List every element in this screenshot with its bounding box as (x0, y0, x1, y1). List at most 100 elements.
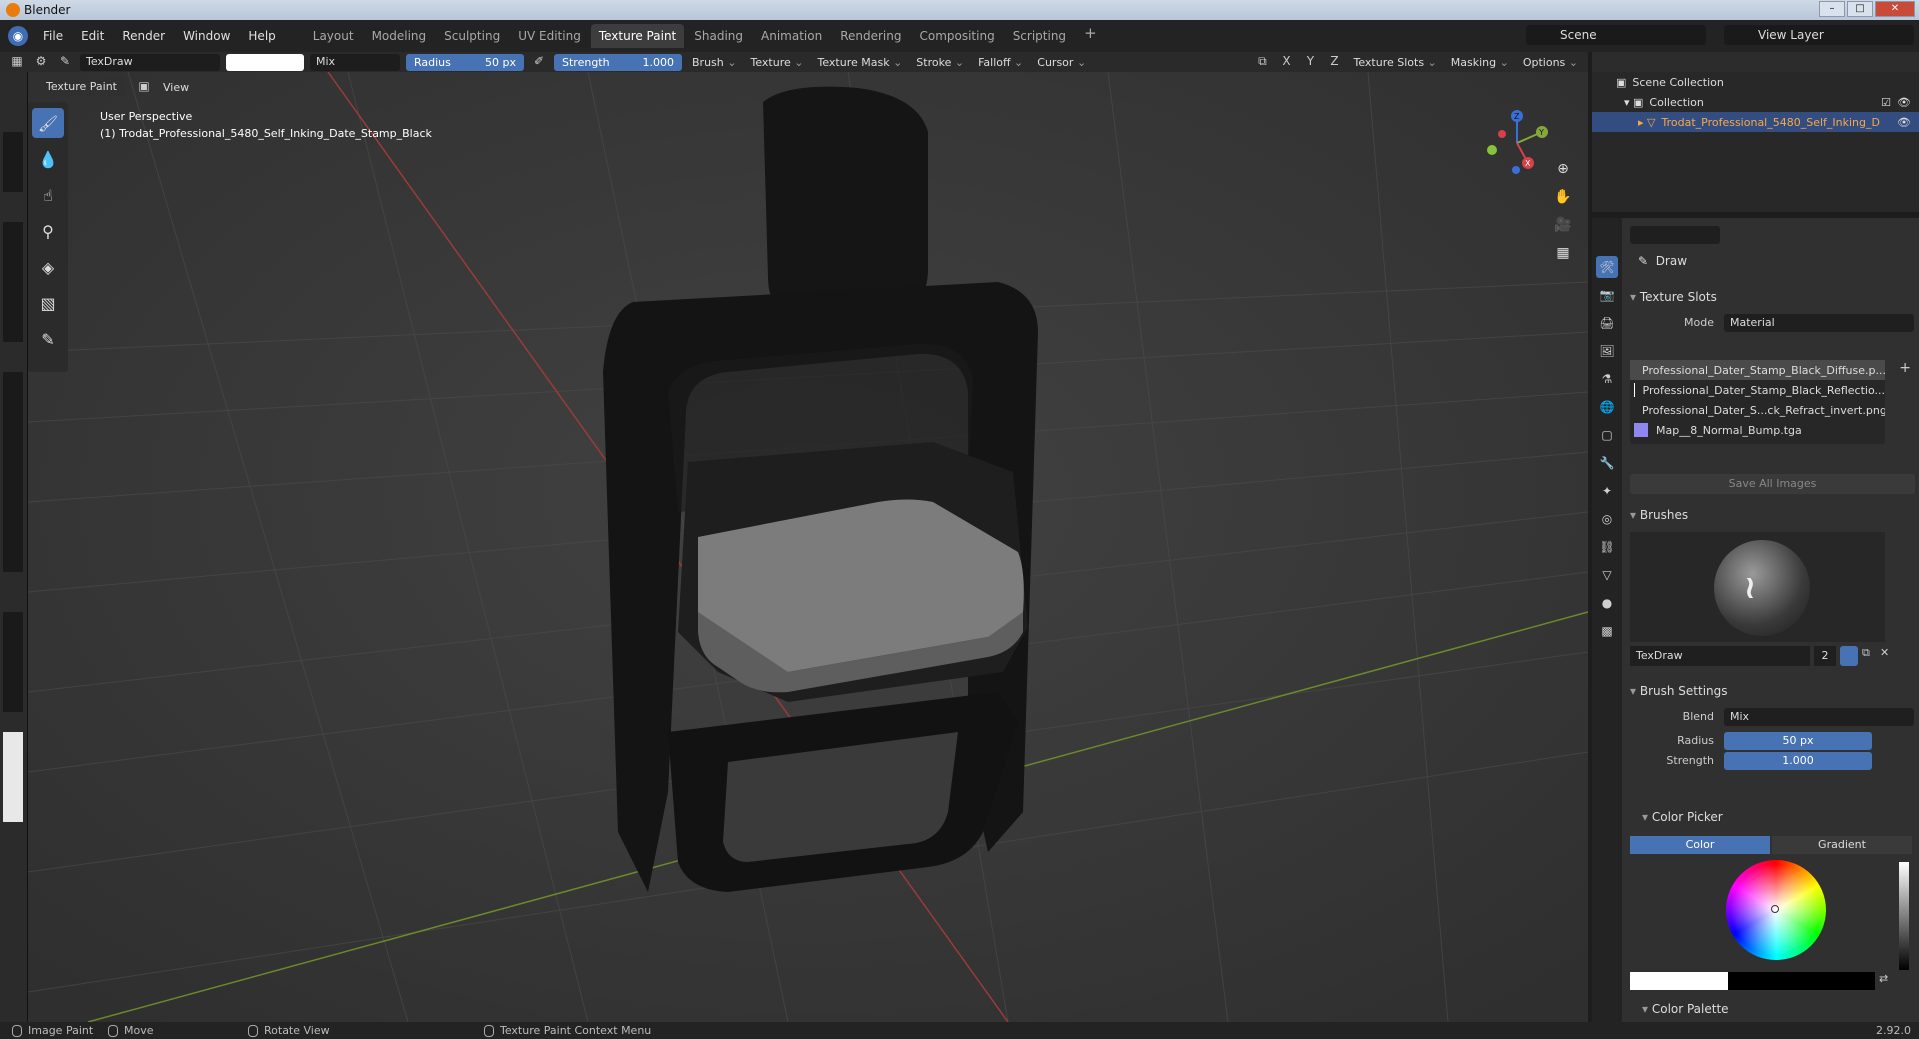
mask-tool-icon[interactable]: ▧ (32, 288, 64, 318)
brush-icon[interactable]: ✎ (56, 54, 74, 70)
material-tab-icon[interactable]: ● (1596, 592, 1618, 614)
object-eye-icon[interactable]: 👁 (1897, 116, 1911, 129)
collection-row[interactable]: ▾ ▣ Collection ☑ 👁 (1592, 92, 1919, 112)
color-picker-panel-header[interactable]: Color Picker (1642, 810, 1723, 824)
stroke-menu[interactable]: Stroke (912, 56, 968, 69)
add-workspace-icon[interactable]: + (1076, 24, 1105, 48)
camera-icon[interactable]: 🎥 (1552, 214, 1574, 236)
color-wheel-cursor[interactable] (1771, 905, 1779, 913)
props-search-input[interactable] (1630, 226, 1720, 244)
value-strip[interactable] (1899, 862, 1909, 970)
fake-user-shield-icon[interactable] (1840, 646, 1858, 666)
menu-window[interactable]: Window (174, 29, 239, 43)
radius-field[interactable]: 50 px (1724, 732, 1872, 750)
brush-users-count[interactable]: 2 (1814, 646, 1836, 666)
symmetry-icon[interactable]: ⧉ (1253, 54, 1271, 70)
strength-field[interactable]: 1.000 (1724, 752, 1872, 770)
scene-tab-icon[interactable]: ⚗ (1596, 368, 1618, 390)
mode-dropdown-field[interactable]: Material (1724, 314, 1914, 332)
view-layer-selector[interactable]: View Layer (1724, 25, 1914, 45)
brush-name-field[interactable]: TexDraw (80, 53, 220, 71)
brush-menu[interactable]: Brush (688, 56, 740, 69)
annotate-tool-icon[interactable]: ✎ (32, 324, 64, 354)
texture-paint-toggle-icon[interactable]: ▣ (135, 79, 153, 95)
data-tab-icon[interactable]: ▽ (1596, 564, 1618, 586)
menu-help[interactable]: Help (239, 29, 284, 43)
texture-slot-item[interactable]: Professional_Dater_Stamp_Black_Reflectio… (1630, 380, 1885, 400)
options-menu[interactable]: Options (1519, 56, 1582, 69)
view-menu[interactable]: View (163, 81, 189, 94)
texture-slot-item[interactable]: Professional_Dater_Stamp_Black_Diffuse.p… (1630, 360, 1885, 380)
blend-dropdown[interactable]: Mix (310, 53, 400, 71)
tool-settings-icon[interactable]: ⚙ (32, 54, 50, 70)
particles-tab-icon[interactable]: ✦ (1596, 480, 1618, 502)
swap-colors-icon[interactable]: ⇄ (1879, 972, 1888, 985)
brush-datablock-name[interactable]: TexDraw (1630, 646, 1810, 666)
scene-collection-row[interactable]: ▣ Scene Collection (1592, 72, 1919, 92)
tab-animation[interactable]: Animation (753, 24, 830, 48)
menu-edit[interactable]: Edit (72, 29, 113, 43)
blend-dropdown-field[interactable]: Mix (1724, 708, 1914, 726)
3d-viewport[interactable]: User Perspective (1) Trodat_Professional… (28, 72, 1588, 1022)
pan-hand-icon[interactable]: ✋ (1552, 186, 1574, 208)
axis-z-toggle[interactable]: Z (1325, 54, 1343, 70)
save-all-images-button[interactable]: Save All Images (1630, 474, 1915, 494)
soften-tool-icon[interactable]: 💧 (32, 144, 64, 174)
menu-render[interactable]: Render (113, 29, 174, 43)
tab-layout[interactable]: Layout (305, 24, 362, 48)
duplicate-brush-icon[interactable]: ⧉ (1862, 646, 1870, 660)
brush-color-swatch[interactable] (226, 53, 304, 71)
scene-selector[interactable]: Scene (1526, 25, 1706, 45)
color-wheel[interactable] (1726, 860, 1826, 960)
object-row[interactable]: ▸ ▽ Trodat_Professional_5480_Self_Inking… (1592, 112, 1919, 132)
falloff-menu[interactable]: Falloff (974, 56, 1027, 69)
color-tab[interactable]: Color (1630, 836, 1770, 854)
texture-slot-item[interactable]: Map__8_Normal_Bump.tga (1630, 420, 1885, 440)
color-value-bar[interactable] (1630, 972, 1875, 990)
color-palette-panel-header[interactable]: Color Palette (1642, 1002, 1729, 1016)
grid-view-icon[interactable]: ▦ (1552, 242, 1574, 264)
physics-tab-icon[interactable]: ◎ (1596, 508, 1618, 530)
view-layer-tab-icon[interactable]: 🖼 (1596, 340, 1618, 362)
pressure-icon[interactable]: ✐ (530, 54, 548, 70)
tab-sculpting[interactable]: Sculpting (436, 24, 508, 48)
world-tab-icon[interactable]: 🌐 (1596, 396, 1618, 418)
tool-tab-icon[interactable]: 🛠 (1596, 256, 1618, 278)
texture-tab-icon[interactable]: ▩ (1596, 620, 1618, 642)
tab-modeling[interactable]: Modeling (364, 24, 435, 48)
tab-rendering[interactable]: Rendering (832, 24, 909, 48)
texture-mask-menu[interactable]: Texture Mask (813, 56, 906, 69)
navigation-gizmo[interactable]: Z Y X (1482, 108, 1552, 178)
axis-x-toggle[interactable]: X (1277, 54, 1295, 70)
brushes-panel-header[interactable]: Brushes (1630, 508, 1688, 522)
strength-slider[interactable]: Strength 1.000 (554, 53, 682, 71)
close-button[interactable]: ✕ (1875, 1, 1915, 17)
brush-settings-panel-header[interactable]: Brush Settings (1630, 684, 1728, 698)
add-slot-icon[interactable]: + (1899, 360, 1911, 376)
unlink-brush-icon[interactable]: ✕ (1880, 646, 1889, 659)
render-tab-icon[interactable]: 📷 (1596, 284, 1618, 306)
texture-menu[interactable]: Texture (746, 56, 807, 69)
mode-dropdown[interactable]: Texture Paint (38, 78, 125, 96)
zoom-icon[interactable]: ⊕ (1552, 158, 1574, 180)
menu-file[interactable]: File (34, 29, 72, 43)
tab-texture-paint[interactable]: Texture Paint (590, 24, 685, 48)
constraints-tab-icon[interactable]: ⛓ (1596, 536, 1618, 558)
clone-tool-icon[interactable]: ⚲ (32, 216, 64, 246)
masking-menu[interactable]: Masking (1447, 56, 1513, 69)
modifier-tab-icon[interactable]: 🔧 (1596, 452, 1618, 474)
maximize-button[interactable]: □ (1847, 1, 1873, 17)
minimize-button[interactable]: – (1819, 1, 1845, 17)
smear-tool-icon[interactable]: ☝ (32, 180, 64, 210)
checkbox-icon[interactable]: ☑ (1881, 96, 1891, 109)
tab-compositing[interactable]: Compositing (911, 24, 1002, 48)
fill-tool-icon[interactable]: ◈ (32, 252, 64, 282)
texture-slot-item[interactable]: Professional_Dater_S...ck_Refract_invert… (1630, 400, 1885, 420)
draw-tool-icon[interactable]: 🖌 (32, 108, 64, 138)
tab-scripting[interactable]: Scripting (1005, 24, 1074, 48)
tab-shading[interactable]: Shading (686, 24, 751, 48)
axis-y-toggle[interactable]: Y (1301, 54, 1319, 70)
texture-slots-panel-header[interactable]: Texture Slots (1630, 290, 1717, 304)
editor-type-icon[interactable]: ▦ (8, 54, 26, 70)
brush-preview[interactable]: ≀ (1630, 532, 1885, 642)
